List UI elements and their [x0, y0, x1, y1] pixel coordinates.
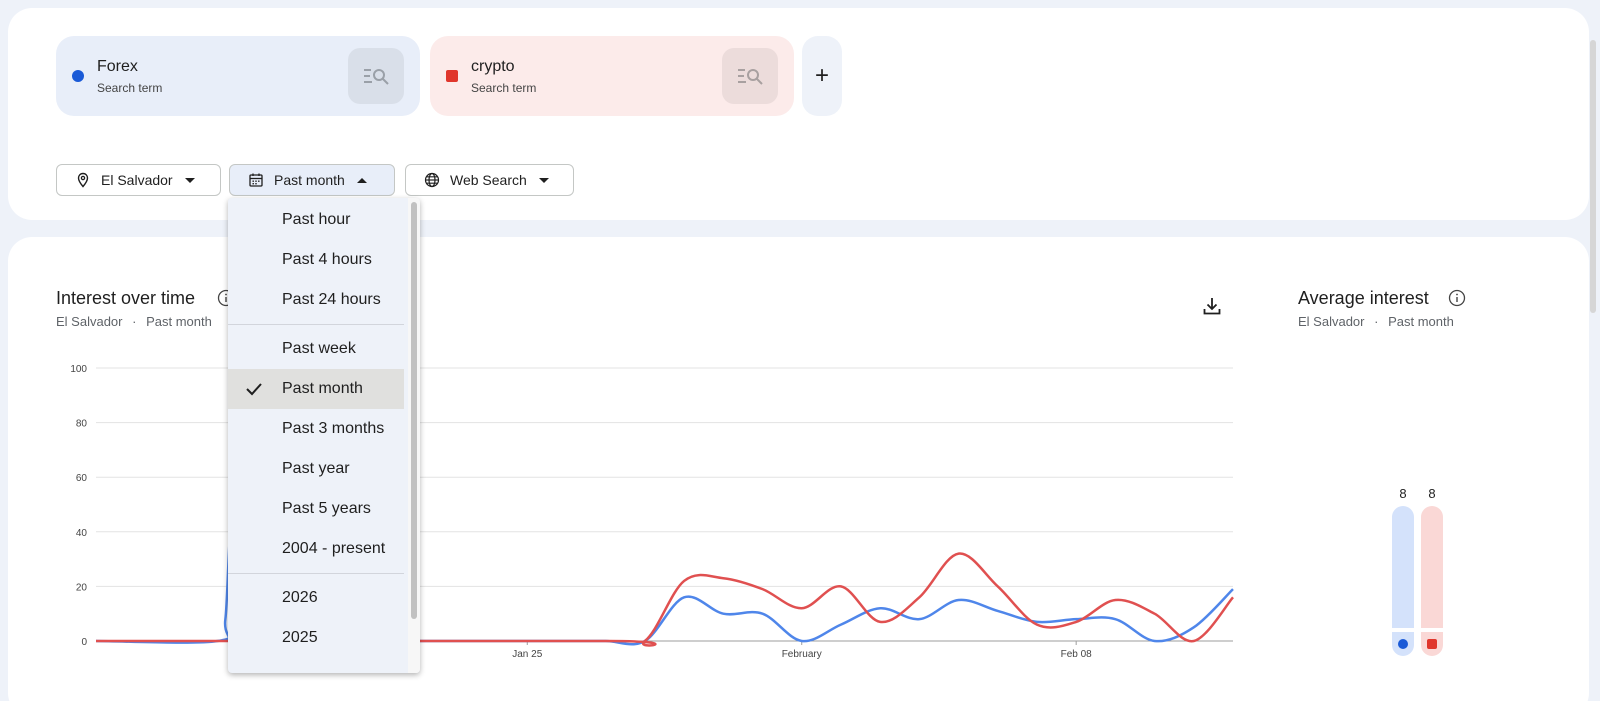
location-filter[interactable]: El Salvador: [56, 164, 221, 196]
calendar-icon: [248, 172, 264, 188]
term-card-crypto[interactable]: crypto Search term: [430, 36, 794, 116]
subtitle-time: Past month: [146, 314, 212, 329]
menu-item-label: 2026: [282, 589, 318, 606]
time-label: Past month: [274, 172, 345, 188]
menu-item-past-5-years[interactable]: Past 5 years: [228, 489, 404, 529]
series-square-icon: [446, 70, 458, 82]
interest-over-time-subtitle: El Salvador · Past month: [56, 314, 212, 329]
time-range-menu: 2025 2026 2004 - present Past 5 years Past y…: [228, 198, 420, 673]
add-term-button[interactable]: +: [802, 36, 842, 116]
menu-item-past-4-hours[interactable]: Past 4 hours: [228, 240, 404, 280]
property-label: Web Search: [450, 172, 527, 188]
avg-bar-crypto-marker: [1421, 632, 1443, 656]
menu-item-label: Past 3 months: [282, 420, 385, 437]
subtitle-separator: ·: [1374, 314, 1379, 329]
x-tick-label: Feb 08: [1061, 649, 1093, 660]
x-tick-label: Jan 25: [512, 649, 542, 660]
x-tick-label: February: [782, 649, 822, 660]
series-dot-icon: [1398, 639, 1408, 649]
menu-scrollbar-thumb[interactable]: [411, 202, 417, 619]
term-type: Search term: [471, 81, 537, 95]
chevron-down-icon: [184, 177, 195, 183]
term-card-forex[interactable]: Forex Search term: [56, 36, 420, 116]
y-tick-label: 20: [76, 582, 88, 593]
menu-item-label: Past year: [282, 460, 350, 477]
menu-separator: [228, 324, 404, 325]
menu-item-past-hour[interactable]: Past hour: [228, 200, 404, 240]
subtitle-location: El Salvador: [1298, 314, 1365, 329]
y-tick-label: 40: [76, 528, 88, 539]
subtitle-time: Past month: [1388, 314, 1454, 329]
subtitle-separator: ·: [132, 314, 137, 329]
term-name: crypto: [471, 58, 515, 75]
explore-term-icon[interactable]: [722, 48, 778, 104]
menu-item-label: 2004 - present: [282, 540, 386, 557]
property-filter[interactable]: Web Search: [405, 164, 574, 196]
avg-bar-forex-marker: [1392, 632, 1414, 656]
menu-item-label: Past hour: [282, 211, 351, 228]
menu-item-past-year[interactable]: Past year: [228, 449, 404, 489]
location-pin-icon: [75, 172, 91, 188]
checkmark-icon: [246, 383, 262, 396]
y-tick-label: 80: [76, 419, 88, 430]
menu-item-label: Past 4 hours: [282, 251, 372, 268]
term-name: Forex: [97, 58, 138, 75]
avg-value-forex: 8: [1399, 486, 1407, 501]
subtitle-location: El Salvador: [56, 314, 123, 329]
globe-icon: [424, 172, 440, 188]
term-type: Search term: [97, 81, 163, 95]
chevron-down-icon: [538, 177, 549, 183]
menu-separator: [228, 573, 404, 574]
page-scrollbar[interactable]: [1590, 40, 1596, 313]
interest-over-time-title: Interest over time: [56, 288, 196, 308]
avg-value-crypto: 8: [1428, 486, 1436, 501]
menu-item-past-24-hours[interactable]: Past 24 hours: [228, 280, 404, 320]
menu-item-label: Past month: [282, 380, 363, 397]
menu-item-label: Past week: [282, 340, 356, 357]
menu-item-2025[interactable]: 2025: [228, 618, 404, 658]
chevron-up-icon: [356, 177, 367, 183]
y-tick-label: 100: [70, 364, 87, 375]
menu-item-2026[interactable]: 2026: [228, 578, 404, 618]
y-tick-label: 60: [76, 473, 88, 484]
average-interest-title: Average interest: [1298, 288, 1429, 308]
menu-item-past-3-months[interactable]: Past 3 months: [228, 409, 404, 449]
menu-item-past-week[interactable]: Past week: [228, 329, 404, 369]
plus-icon: +: [814, 62, 829, 89]
menu-item-label: Past 5 years: [282, 500, 371, 517]
series-dot-icon: [72, 70, 84, 82]
time-filter[interactable]: Past month: [229, 164, 395, 196]
menu-item-label: 2025: [282, 629, 318, 646]
info-icon[interactable]: [1448, 289, 1466, 307]
download-icon[interactable]: [1200, 294, 1224, 318]
location-label: El Salvador: [101, 172, 173, 188]
average-interest-subtitle: El Salvador · Past month: [1298, 314, 1454, 329]
menu-item-2004-present[interactable]: 2004 - present: [228, 529, 404, 569]
explore-term-icon[interactable]: [348, 48, 404, 104]
y-tick-label: 0: [81, 637, 87, 648]
menu-item-label: Past 24 hours: [282, 291, 381, 308]
menu-item-past-month[interactable]: Past month: [228, 369, 404, 409]
avg-bar-crypto: [1421, 506, 1443, 628]
avg-bar-forex: [1392, 506, 1414, 628]
series-square-icon: [1427, 639, 1437, 649]
